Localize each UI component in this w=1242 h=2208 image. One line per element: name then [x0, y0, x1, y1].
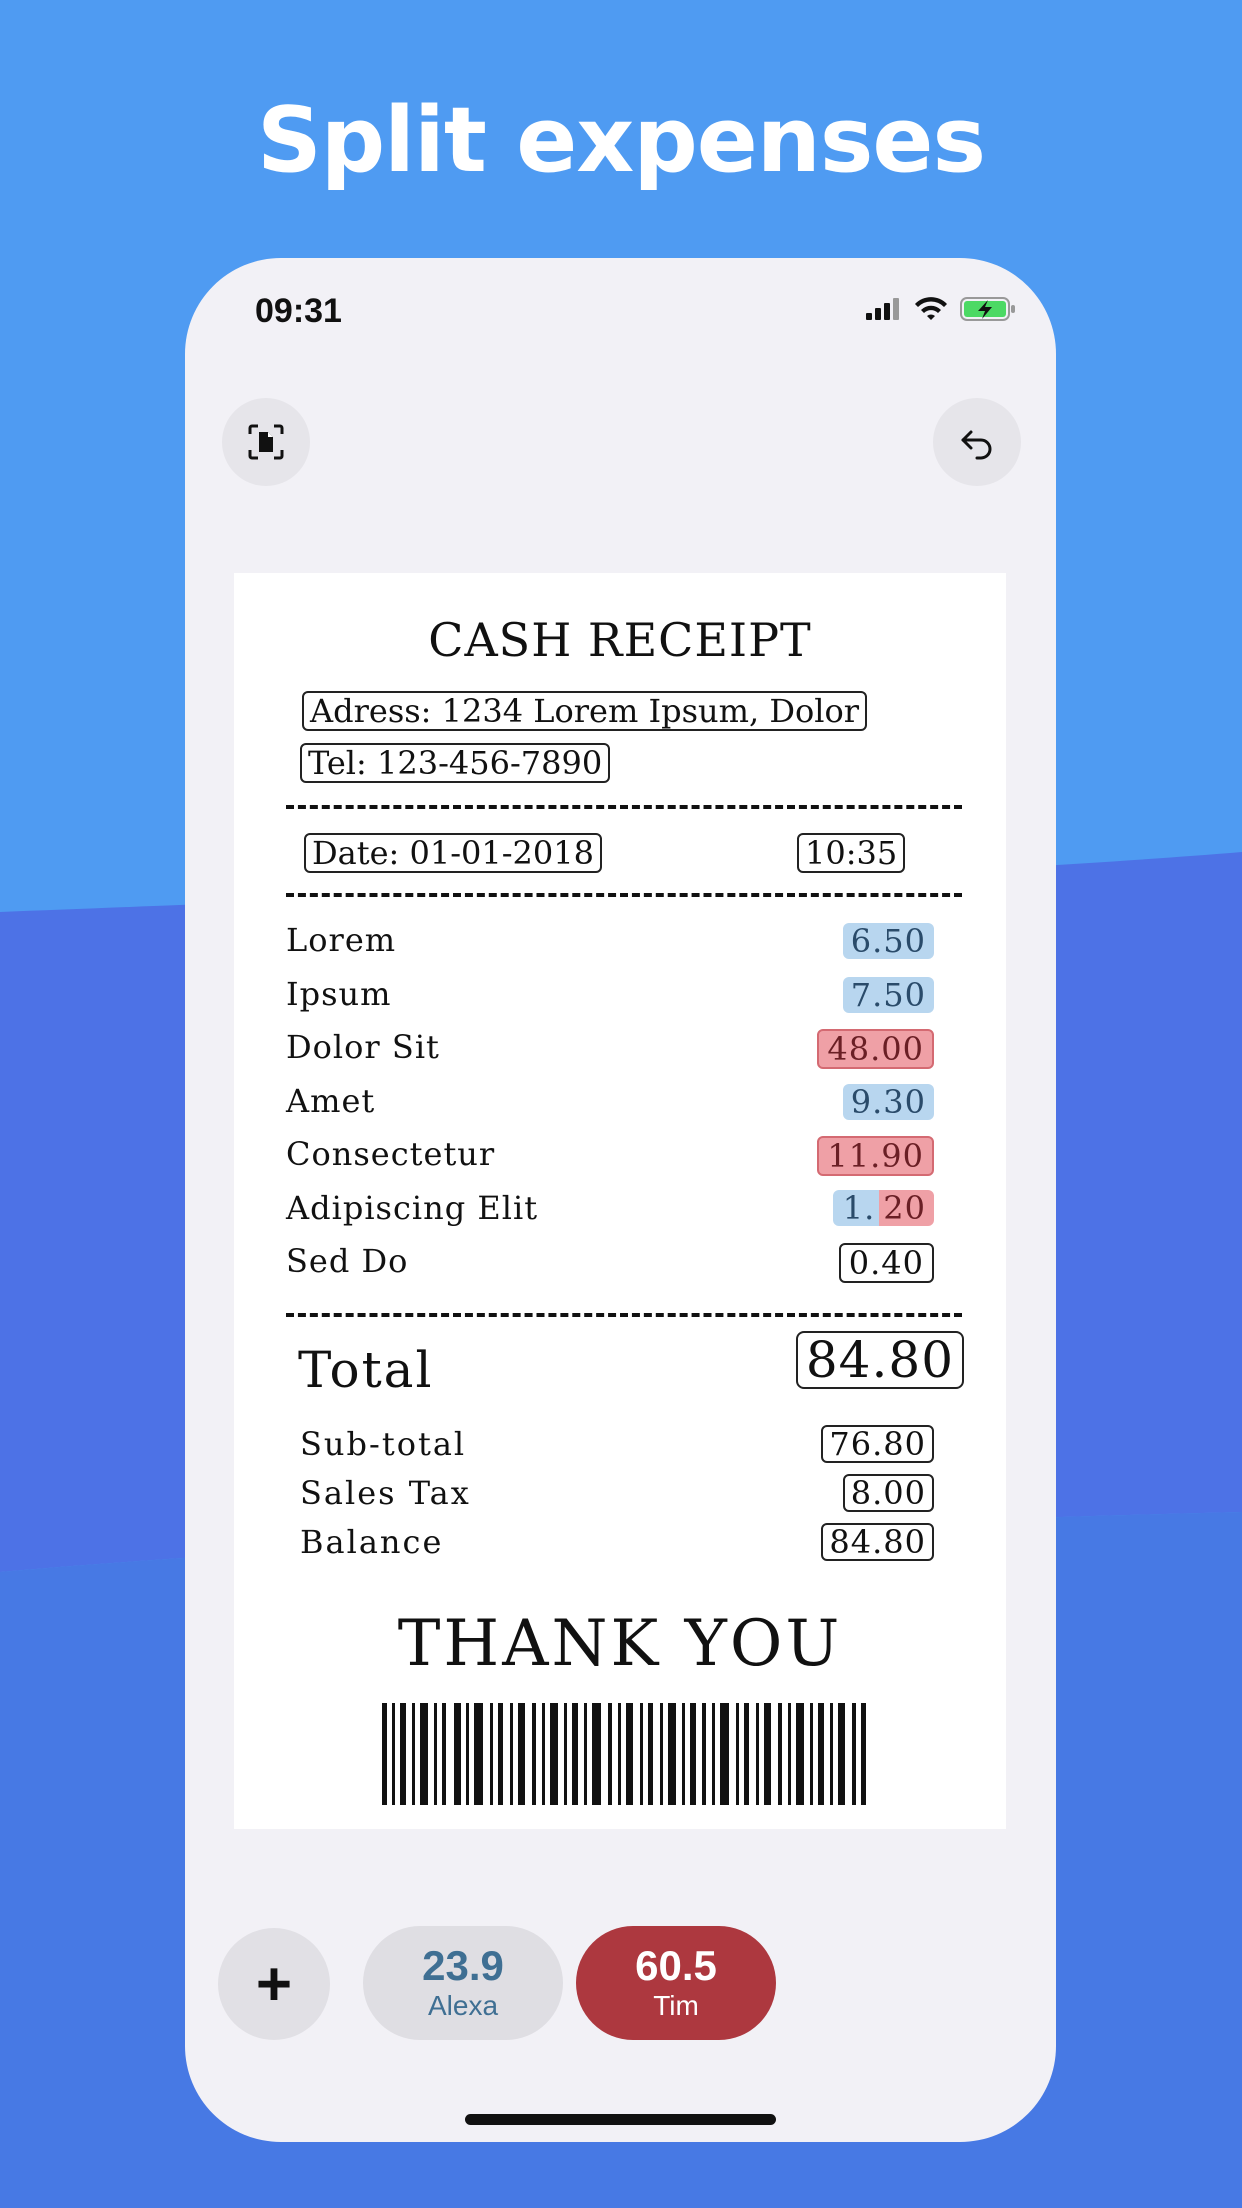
status-icons — [866, 296, 1016, 322]
person-name: Tim — [653, 1990, 699, 2021]
add-person-button[interactable]: + — [218, 1928, 330, 2040]
person-pill-tim[interactable]: 60.5 Tim — [576, 1926, 776, 2040]
item-name: Dolor Sit — [286, 1028, 440, 1066]
subtotal-value[interactable]: 76.80 — [821, 1425, 934, 1463]
subtotal-label: Sub-total — [300, 1425, 467, 1463]
item-price[interactable]: 48.00 — [817, 1029, 934, 1069]
receipt-date[interactable]: Date: 01-01-2018 — [304, 833, 602, 873]
item-price[interactable]: 7.50 — [842, 977, 934, 1013]
item-price-part-tim: 20 — [879, 1190, 934, 1226]
status-time: 09:31 — [255, 292, 342, 330]
receipt-tel[interactable]: Tel: 123-456-7890 — [300, 743, 611, 783]
phone-frame: 09:31 CASH RECEIPT Adress: 1234 Lorem Ip… — [185, 258, 1056, 2142]
undo-icon — [961, 430, 992, 460]
tax-value[interactable]: 8.00 — [842, 1474, 934, 1512]
item-price-part-alexa: 1. — [832, 1190, 880, 1226]
person-amount: 23.9 — [422, 1942, 504, 1989]
divider — [286, 893, 962, 897]
wifi-icon — [915, 297, 947, 320]
item-name: Adipiscing Elit — [286, 1189, 539, 1227]
receipt-time[interactable]: 10:35 — [797, 833, 906, 873]
cellular-signal-icon — [866, 298, 899, 320]
document-scan-icon — [248, 424, 284, 460]
item-price[interactable]: 9.30 — [842, 1084, 934, 1120]
item-price[interactable]: 0.40 — [838, 1243, 934, 1283]
home-indicator[interactable] — [465, 2114, 776, 2125]
item-price[interactable]: 6.50 — [842, 923, 934, 959]
scan-document-button[interactable] — [222, 398, 310, 486]
item-name: Lorem — [286, 921, 397, 959]
person-pill-alexa[interactable]: 23.9 Alexa — [363, 1926, 563, 2040]
item-name: Ipsum — [286, 975, 392, 1013]
person-amount: 60.5 — [635, 1942, 717, 1989]
item-name: Sed Do — [286, 1242, 409, 1280]
receipt-title: CASH RECEIPT — [428, 613, 812, 667]
split-bar: + 23.9 Alexa 60.5 Tim — [185, 1918, 1056, 2048]
undo-button[interactable] — [933, 398, 1021, 486]
headline: Split expenses — [256, 88, 986, 193]
battery-charging-icon — [960, 297, 1015, 321]
divider — [286, 1313, 962, 1317]
total-value[interactable]: 84.80 — [795, 1331, 964, 1389]
status-bar: 09:31 — [185, 258, 1056, 368]
barcode — [382, 1703, 866, 1805]
item-price-split[interactable]: 1. 20 — [832, 1190, 934, 1226]
tax-label: Sales Tax — [300, 1474, 471, 1512]
item-name: Amet — [286, 1082, 376, 1120]
thank-you-text: THANK YOU — [397, 1607, 843, 1681]
divider — [286, 805, 962, 809]
balance-label: Balance — [300, 1523, 444, 1561]
item-name: Consectetur — [286, 1135, 496, 1173]
receipt-address[interactable]: Adress: 1234 Lorem Ipsum, Dolor — [302, 691, 868, 731]
total-label: Total — [298, 1341, 434, 1399]
receipt-image: CASH RECEIPT Adress: 1234 Lorem Ipsum, D… — [234, 573, 1006, 1829]
balance-value[interactable]: 84.80 — [821, 1523, 934, 1561]
item-price[interactable]: 11.90 — [817, 1136, 934, 1176]
person-name: Alexa — [427, 1990, 499, 2021]
